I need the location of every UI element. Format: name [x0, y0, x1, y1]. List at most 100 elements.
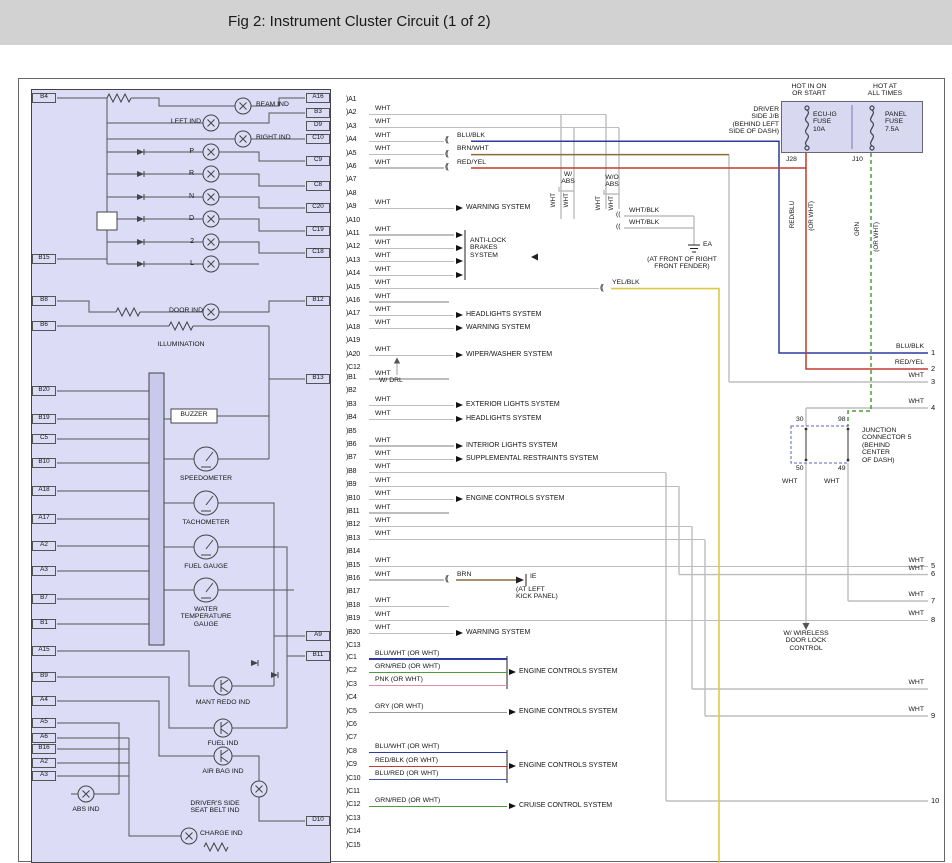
note-redblu-alt-v: (OR WHT)	[809, 201, 816, 231]
cluster-pin-label: B13	[306, 374, 330, 384]
tap-color-label: BRN/WHT	[457, 145, 489, 152]
edge-wire-number: 6	[931, 570, 935, 578]
gear-position-label: R	[182, 170, 194, 178]
wire-color-label: WHT	[375, 597, 390, 604]
component-label-fuelg: FUEL GAUGE	[166, 563, 246, 570]
wire-color-label: WHT	[375, 624, 390, 631]
cluster-pin-label: C18	[306, 248, 330, 258]
connector-pin-label: )A14	[346, 270, 360, 278]
wire-color-label: WHT	[375, 145, 390, 152]
note-fuse-ecu: ECU-IGFUSE10A	[813, 111, 837, 133]
wire-color-label: WHT	[375, 306, 390, 313]
note-ie: IE	[530, 573, 536, 580]
cluster-pin-label: C5	[32, 434, 56, 444]
cluster-pin-label: B19	[32, 414, 56, 424]
note-j10: J10	[852, 156, 863, 163]
cluster-pin-label: B4	[32, 93, 56, 103]
system-arrow-icon	[456, 325, 463, 331]
connector-pin-label: )A10	[346, 217, 360, 225]
cluster-pin-label: A17	[32, 514, 56, 524]
wire-color-label: GRN/RED (OR WHT)	[375, 663, 440, 670]
wire-color-label: BLU/WHT (OR WHT)	[375, 743, 439, 750]
wire-color-label: WHT	[375, 463, 390, 470]
wire-segment	[369, 167, 444, 168]
wire-segment	[369, 486, 679, 487]
connector-pin-label: )C14	[346, 828, 360, 836]
note-wht-v4: WHT	[609, 196, 616, 210]
connector-pin-label: )B2	[346, 387, 356, 395]
system-label: SUPPLEMENTAL RESTRAINTS SYSTEM	[466, 455, 598, 463]
component-label-watertemp: WATERTEMPERATUREGAUGE	[166, 606, 246, 628]
tap-color-label: RED/YEL	[457, 159, 486, 166]
wire-color-label: BLU/RED (OR WHT)	[375, 770, 438, 777]
note-wireless: W/ WIRELESSDOOR LOCKCONTROL	[764, 630, 848, 652]
wire-segment	[369, 752, 507, 753]
cluster-pin-label: B15	[32, 254, 56, 264]
wire-segment	[369, 445, 454, 446]
wire-segment	[369, 114, 606, 115]
cluster-pin-label: C8	[306, 181, 330, 191]
connector-pin-label: )C10	[346, 775, 360, 783]
inline-connector-icon: ((	[445, 136, 447, 145]
wire-color-label: GRN/RED (OR WHT)	[375, 797, 440, 804]
wire-color-label: WHT	[375, 450, 390, 457]
system-label: WARNING SYSTEM	[466, 204, 530, 212]
edge-wire-label: WHT	[864, 591, 924, 598]
cluster-pin-label: B3	[306, 108, 330, 118]
wiring-diagram-canvas: )A1)A2WHT)A3WHT)A4WHT((BLU/BLK)A5WHT((BR…	[18, 78, 945, 862]
wire-color-label: WHT	[375, 490, 390, 497]
wire-color-label: WHT	[375, 571, 390, 578]
wire-segment	[369, 419, 454, 420]
cluster-pin-label: B10	[32, 458, 56, 468]
wire-segment	[369, 685, 507, 686]
wire-segment	[369, 620, 928, 621]
note-whtblk-c1: ((	[616, 211, 621, 218]
wire-color-label: WHT	[375, 252, 390, 259]
connector-pin-label: )C7	[346, 734, 357, 742]
system-label: CRUISE CONTROL SYSTEM	[519, 802, 612, 810]
connector-pin-label: )A15	[346, 284, 360, 292]
connector-pin-label: )C9	[346, 761, 357, 769]
note-jc5-pin49: 49	[838, 465, 846, 472]
wire-color-label: WHT	[375, 226, 390, 233]
component-label-airbag: AIR BAG IND	[181, 768, 265, 775]
wire-segment	[369, 633, 454, 634]
system-arrow-icon	[509, 709, 516, 715]
connector-pin-label: )B14	[346, 548, 360, 556]
edge-wire-label: WHT	[864, 372, 924, 379]
wire-segment	[369, 539, 705, 540]
wire-segment	[369, 779, 507, 780]
wire-color-label: WHT	[375, 611, 390, 618]
connector-pin-label: )B5	[346, 428, 356, 436]
connector-pin-label: )C3	[346, 681, 357, 689]
wire-segment	[369, 141, 444, 142]
note-whtblk2: WHT/BLK	[629, 219, 659, 226]
connector-pin-label: )B11	[346, 508, 359, 516]
cluster-pin-label: C20	[306, 203, 330, 213]
system-arrow-icon	[456, 272, 463, 278]
connector-pin-label: )A8	[346, 190, 356, 198]
connector-pin-label: )C13	[346, 642, 360, 650]
connector-pin-label: )A16	[346, 297, 360, 305]
component-label-absind: ABS IND	[44, 806, 128, 813]
system-arrow-icon	[456, 258, 463, 264]
connector-pin-label: )B1	[346, 374, 356, 382]
wire-segment	[369, 459, 454, 460]
wire-segment	[369, 658, 507, 659]
connector-pin-label: )C15	[346, 842, 360, 850]
wire-color-label: WHT	[375, 530, 390, 537]
connector-pin-label: )B7	[346, 454, 356, 462]
connector-pin-label: )A4	[346, 136, 356, 144]
connector-pin-label: )B8	[346, 468, 356, 476]
note-wo-abs: W/OABS	[590, 174, 634, 189]
inline-connector-icon: ((	[445, 150, 447, 159]
note-hot-all: HOT ATALL TIMES	[843, 83, 927, 98]
system-arrow-icon	[509, 669, 516, 675]
edge-wire-label: WHT	[864, 679, 924, 686]
system-label: WARNING SYSTEM	[466, 629, 530, 637]
wire-segment	[369, 766, 507, 767]
wire-segment	[369, 248, 454, 249]
system-label: HEADLIGHTS SYSTEM	[466, 415, 541, 423]
edge-wire-number: 10	[931, 797, 939, 805]
wire-segment	[369, 526, 692, 527]
